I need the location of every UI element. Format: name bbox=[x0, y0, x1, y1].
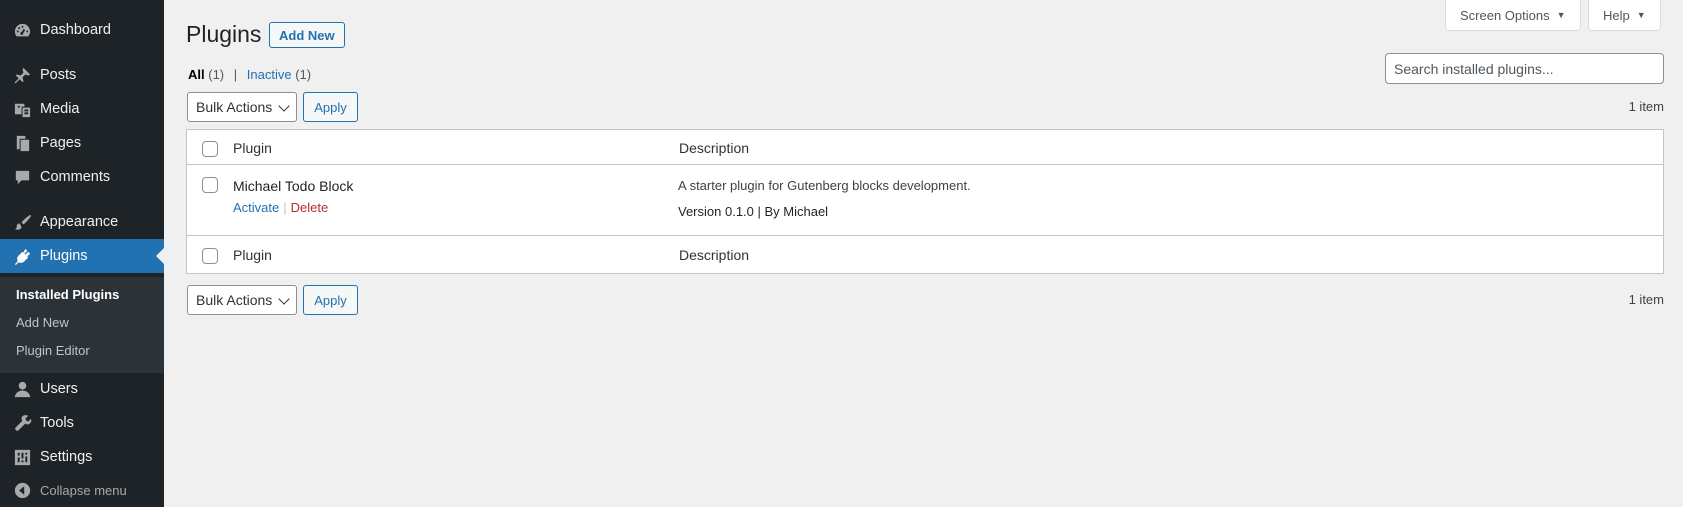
plugin-icon bbox=[12, 246, 32, 266]
admin-sidebar: Dashboard Posts Media Pages Comments App… bbox=[0, 0, 164, 507]
comment-icon bbox=[12, 167, 32, 187]
screen-options-button[interactable]: Screen Options ▼ bbox=[1445, 0, 1581, 31]
menu-label: Settings bbox=[40, 449, 93, 465]
menu-label: Pages bbox=[40, 135, 82, 151]
items-count-top: 1 item bbox=[1628, 99, 1664, 114]
plugins-submenu: Installed Plugins Add New Plugin Editor bbox=[0, 277, 164, 373]
filter-all-count: (1) bbox=[208, 67, 225, 82]
collapse-menu-button[interactable]: Collapse menu bbox=[0, 478, 164, 502]
menu-label: Comments bbox=[40, 169, 111, 185]
caret-down-icon: ▼ bbox=[1636, 10, 1646, 20]
bulk-actions-select-bottom[interactable]: Bulk Actions bbox=[187, 285, 297, 315]
settings-icon bbox=[12, 447, 32, 467]
add-new-button[interactable]: Add New bbox=[269, 22, 345, 48]
plugin-name: Michael Todo Block bbox=[233, 178, 354, 194]
apply-button-top[interactable]: Apply bbox=[303, 92, 358, 122]
menu-item-tools[interactable]: Tools bbox=[0, 406, 164, 440]
apply-button-bottom[interactable]: Apply bbox=[303, 285, 358, 315]
menu-label: Dashboard bbox=[40, 22, 111, 38]
menu-item-users[interactable]: Users bbox=[0, 372, 164, 406]
menu-item-appearance[interactable]: Appearance bbox=[0, 205, 164, 239]
select-all-checkbox-bottom[interactable] bbox=[202, 248, 218, 264]
filter-inactive-count: (1) bbox=[295, 67, 312, 82]
filter-inactive[interactable]: Inactive bbox=[247, 67, 292, 82]
column-description-footer[interactable]: Description bbox=[679, 247, 749, 263]
column-plugin[interactable]: Plugin bbox=[233, 140, 272, 156]
column-description[interactable]: Description bbox=[679, 140, 749, 156]
filter-separator: | bbox=[233, 67, 238, 82]
submenu-installed-plugins[interactable]: Installed Plugins bbox=[16, 287, 119, 302]
collapse-label: Collapse menu bbox=[40, 482, 127, 498]
bulk-actions-label: Bulk Actions bbox=[196, 99, 273, 115]
collapse-arrow-icon bbox=[12, 480, 32, 500]
select-all-checkbox-top[interactable] bbox=[202, 141, 218, 157]
menu-item-plugins[interactable]: Plugins bbox=[0, 239, 164, 273]
column-plugin-footer[interactable]: Plugin bbox=[233, 247, 272, 263]
dashboard-icon bbox=[12, 20, 32, 40]
paintbrush-icon bbox=[12, 212, 32, 232]
menu-label: Plugins bbox=[40, 248, 88, 264]
chevron-down-icon bbox=[278, 293, 290, 305]
menu-label: Tools bbox=[40, 415, 74, 431]
status-filters: All (1) | Inactive (1) bbox=[188, 67, 311, 82]
menu-item-dashboard[interactable]: Dashboard bbox=[0, 13, 164, 47]
help-button[interactable]: Help ▼ bbox=[1588, 0, 1661, 31]
caret-down-icon: ▼ bbox=[1556, 10, 1566, 20]
table-header-row: Plugin Description bbox=[187, 130, 1663, 165]
plugin-version-meta: Version 0.1.0 | By Michael bbox=[678, 204, 829, 219]
menu-label: Posts bbox=[40, 67, 77, 83]
help-label: Help bbox=[1603, 7, 1630, 23]
menu-label: Appearance bbox=[40, 214, 119, 230]
items-count-bottom: 1 item bbox=[1628, 292, 1664, 307]
menu-item-media[interactable]: Media bbox=[0, 92, 164, 126]
media-icon bbox=[12, 99, 32, 119]
menu-item-comments[interactable]: Comments bbox=[0, 160, 164, 194]
filter-all[interactable]: All bbox=[188, 67, 205, 82]
table-row: Michael Todo Block Activate | Delete A sta… bbox=[187, 165, 1663, 236]
pushpin-icon bbox=[12, 65, 32, 85]
pages-icon bbox=[12, 133, 32, 153]
plugin-description: A starter plugin for Gutenberg blocks de… bbox=[678, 178, 971, 193]
page-title: Plugins bbox=[186, 21, 262, 47]
user-icon bbox=[12, 379, 32, 399]
menu-label: Media bbox=[40, 101, 80, 117]
table-footer-row: Plugin Description bbox=[187, 236, 1663, 273]
menu-item-posts[interactable]: Posts bbox=[0, 58, 164, 92]
menu-item-settings[interactable]: Settings bbox=[0, 440, 164, 474]
activate-link[interactable]: Activate bbox=[233, 200, 279, 215]
chevron-down-icon bbox=[278, 100, 290, 112]
submenu-add-new[interactable]: Add New bbox=[16, 315, 69, 330]
menu-item-pages[interactable]: Pages bbox=[0, 126, 164, 160]
bulk-actions-select-top[interactable]: Bulk Actions bbox=[187, 92, 297, 122]
delete-link[interactable]: Delete bbox=[291, 200, 329, 215]
plugins-table: Plugin Description Michael Todo Block Ac… bbox=[186, 129, 1664, 274]
action-divider: | bbox=[283, 200, 287, 215]
wrench-icon bbox=[12, 413, 32, 433]
bulk-actions-label: Bulk Actions bbox=[196, 292, 273, 308]
row-checkbox[interactable] bbox=[202, 177, 218, 193]
screen-options-label: Screen Options bbox=[1460, 7, 1550, 23]
menu-label: Users bbox=[40, 381, 78, 397]
submenu-plugin-editor[interactable]: Plugin Editor bbox=[16, 343, 90, 358]
row-actions: Activate | Delete bbox=[233, 200, 328, 215]
search-plugins-input[interactable] bbox=[1385, 53, 1664, 84]
